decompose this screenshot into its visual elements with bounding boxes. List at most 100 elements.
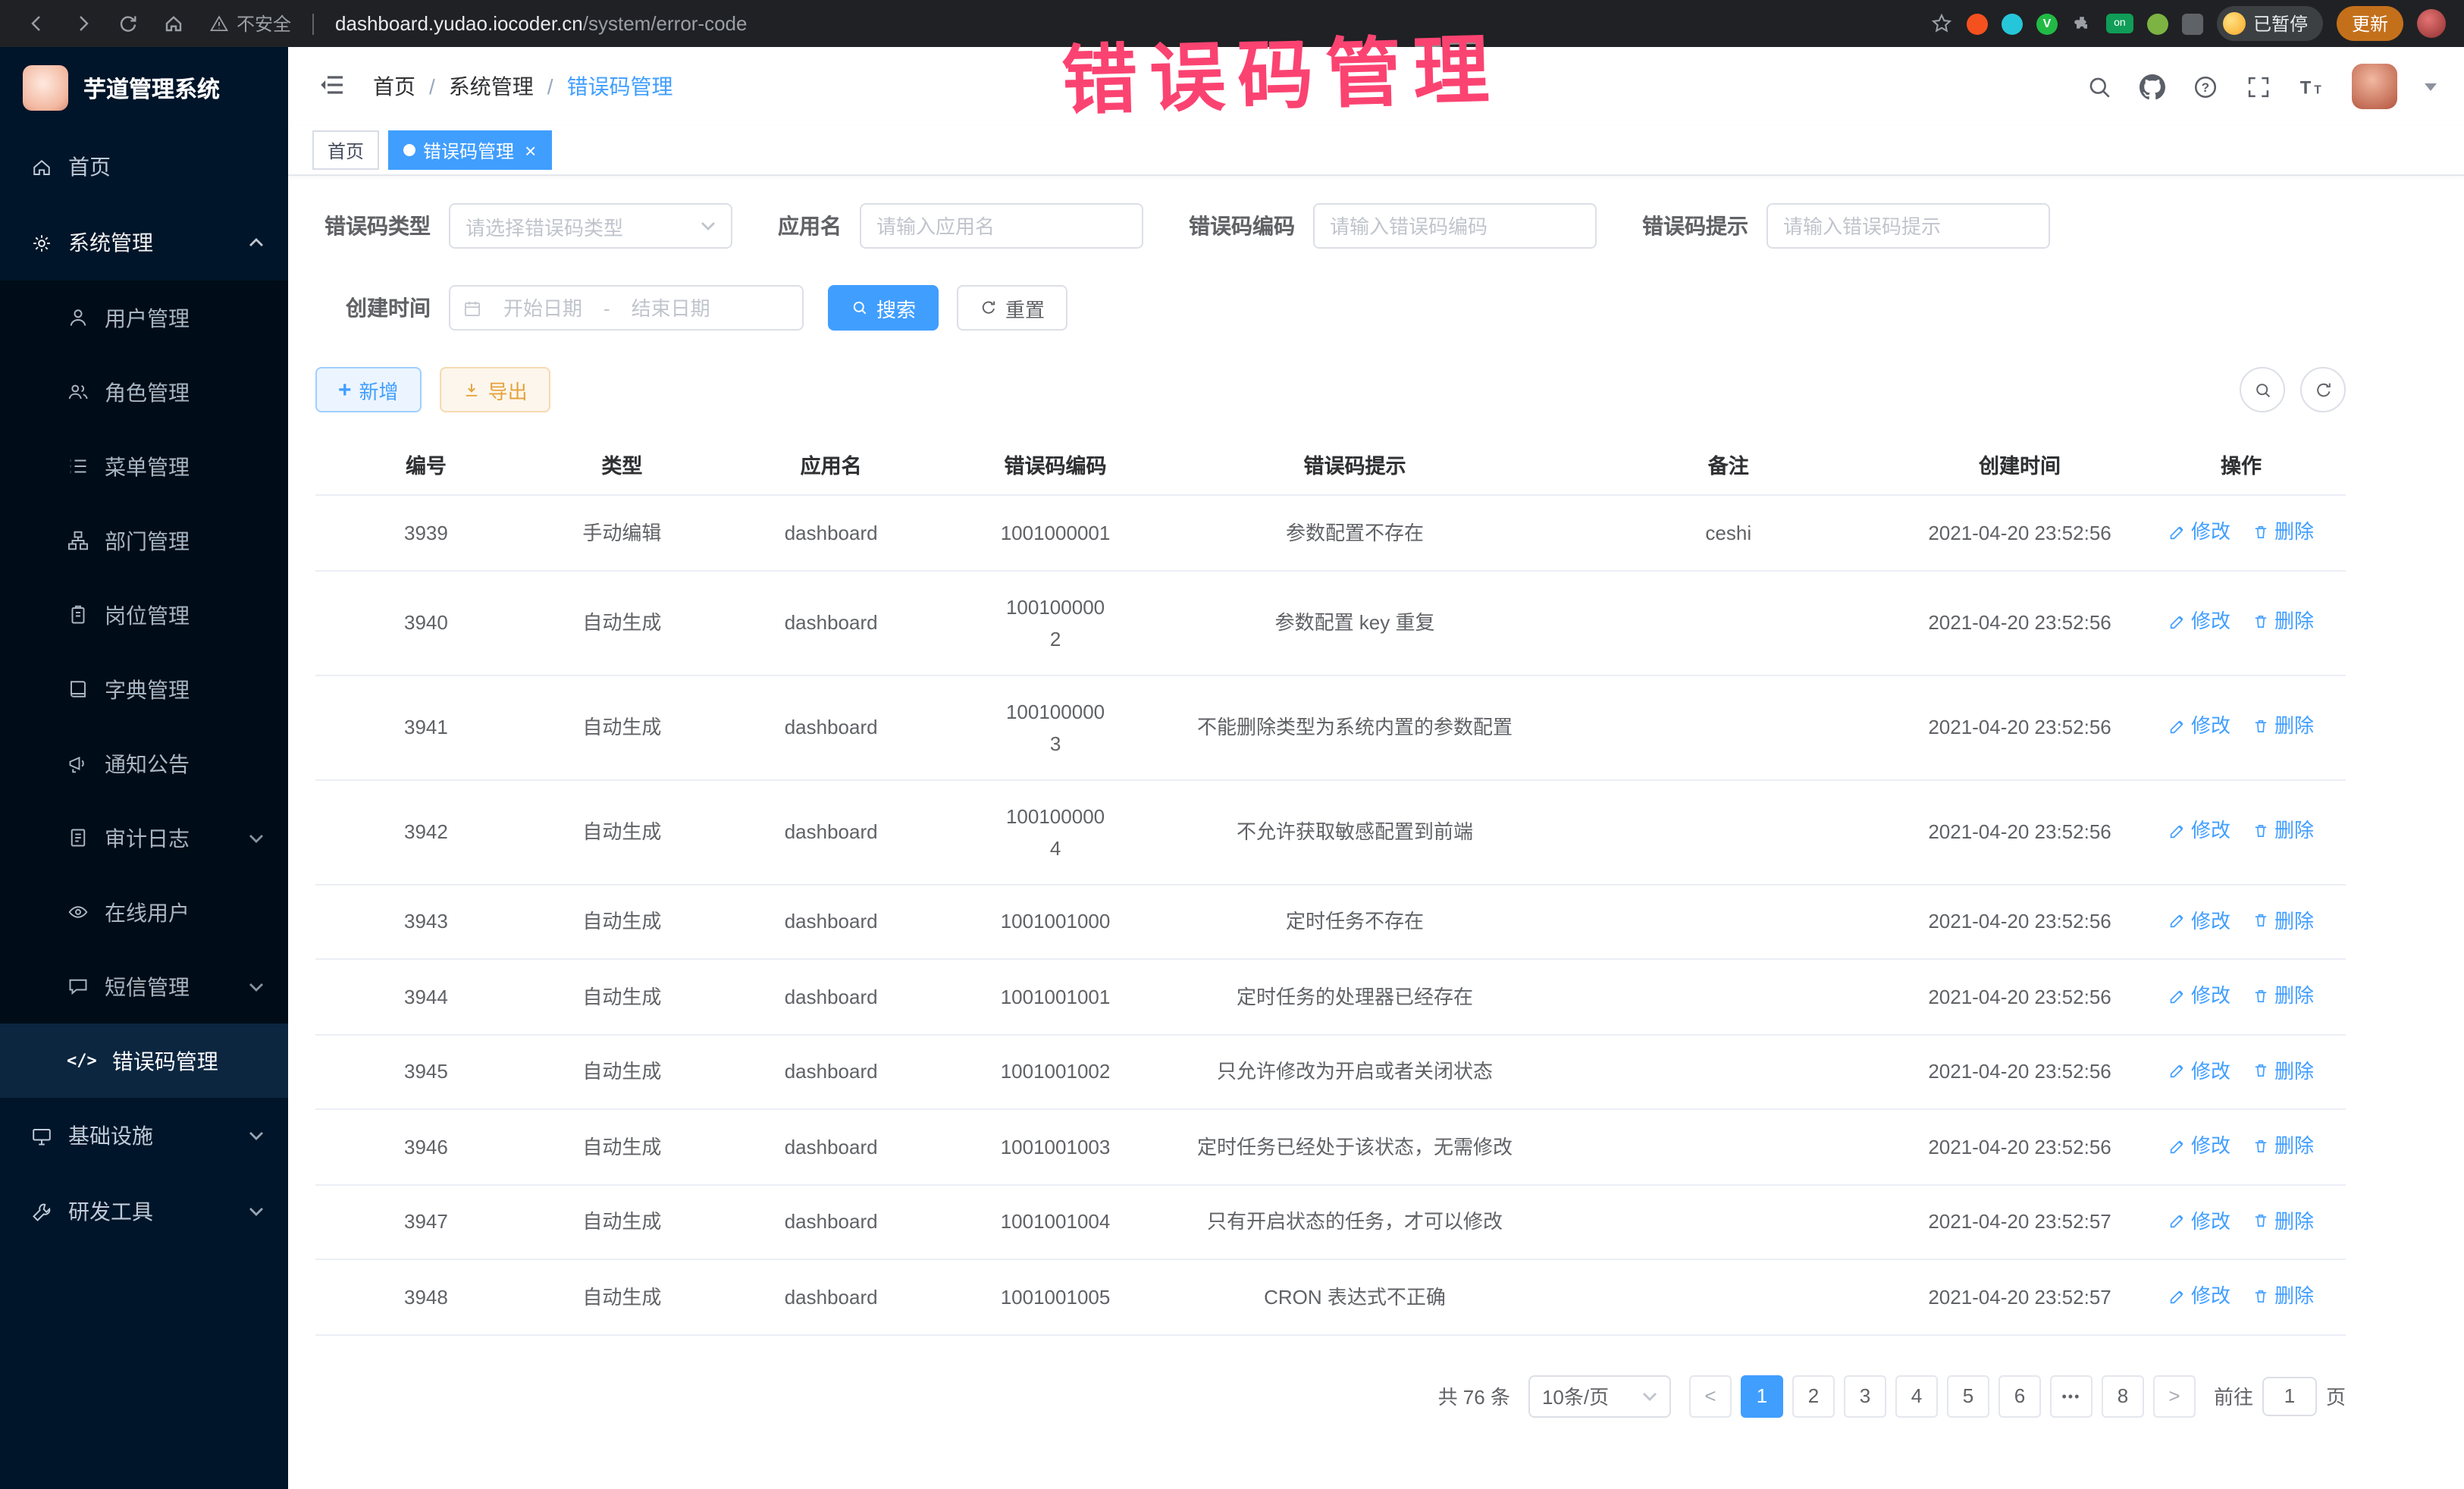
sidebar-item-infrastructure[interactable]: 基础设施: [0, 1098, 288, 1174]
delete-link[interactable]: 删除: [2252, 516, 2314, 547]
sidebar-toggle-button[interactable]: [315, 70, 349, 103]
toggle-search-button[interactable]: [2240, 367, 2285, 412]
edit-link[interactable]: 修改: [2168, 815, 2230, 847]
color-picker-extension-icon[interactable]: [2002, 13, 2023, 34]
goto-page-input[interactable]: [2262, 1376, 2317, 1415]
breadcrumb-home[interactable]: 首页: [373, 71, 415, 102]
tag-error-code[interactable]: 错误码管理 ×: [388, 130, 551, 170]
trash-icon: [2252, 717, 2270, 735]
sidebar-item-posts[interactable]: 岗位管理: [0, 578, 288, 652]
delete-link[interactable]: 删除: [2252, 710, 2314, 742]
create-time-range[interactable]: -: [449, 285, 804, 331]
delete-link[interactable]: 删除: [2252, 1130, 2314, 1161]
calendar-icon: [462, 298, 482, 318]
emoji-avatar-icon: [2223, 12, 2246, 35]
sidebar-item-departments[interactable]: 部门管理: [0, 503, 288, 578]
close-icon[interactable]: ×: [525, 140, 536, 160]
extensions-puzzle-icon[interactable]: [2071, 13, 2093, 34]
error-code-input[interactable]: [1313, 203, 1597, 249]
start-date-input[interactable]: [488, 296, 597, 319]
font-size-icon[interactable]: TT: [2299, 74, 2324, 99]
green-extension-icon[interactable]: [2147, 13, 2168, 34]
sidebar-item-users[interactable]: 用户管理: [0, 281, 288, 355]
sidebar-item-sms[interactable]: 短信管理: [0, 949, 288, 1023]
edit-link[interactable]: 修改: [2168, 710, 2230, 742]
error-tip-input[interactable]: [1766, 203, 2050, 249]
browser-profile-avatar[interactable]: [2417, 9, 2446, 38]
help-icon[interactable]: ?: [2193, 74, 2218, 99]
sidebar-item-error-codes[interactable]: </> 错误码管理: [0, 1023, 288, 1098]
reload-button[interactable]: [109, 5, 146, 42]
prev-page-button[interactable]: <: [1689, 1375, 1732, 1417]
edit-link[interactable]: 修改: [2168, 1055, 2230, 1086]
sidebar-item-menus[interactable]: 菜单管理: [0, 429, 288, 503]
delete-link[interactable]: 删除: [2252, 1280, 2314, 1312]
adblocker-extension-icon[interactable]: [1967, 13, 1988, 34]
error-type-select[interactable]: 请选择错误码类型: [449, 203, 732, 249]
delete-link[interactable]: 删除: [2252, 1205, 2314, 1237]
security-indicator[interactable]: 不安全: [209, 11, 291, 36]
edit-link[interactable]: 修改: [2168, 606, 2230, 638]
pager-page-5[interactable]: 5: [1947, 1375, 1989, 1417]
end-date-input[interactable]: [616, 296, 726, 319]
back-button[interactable]: [18, 5, 55, 42]
chevron-down-icon[interactable]: [2425, 83, 2437, 90]
edit-link[interactable]: 修改: [2168, 1280, 2230, 1312]
edit-link[interactable]: 修改: [2168, 516, 2230, 547]
dark-extension-icon[interactable]: [2182, 13, 2203, 34]
address-bar[interactable]: dashboard.yudao.iocoder.cn/system/error-…: [335, 12, 1906, 35]
delete-link[interactable]: 删除: [2252, 606, 2314, 638]
delete-link[interactable]: 删除: [2252, 1055, 2314, 1086]
sidebar-item-audit-logs[interactable]: 审计日志: [0, 801, 288, 875]
add-button-label: 新增: [359, 375, 399, 404]
delete-link[interactable]: 删除: [2252, 980, 2314, 1011]
pager-page-1[interactable]: 1: [1741, 1375, 1783, 1417]
fullscreen-icon[interactable]: [2246, 74, 2271, 99]
sidebar-item-home[interactable]: 首页: [0, 129, 288, 205]
pager-page-2[interactable]: 2: [1792, 1375, 1835, 1417]
app-logo[interactable]: 芋道管理系统: [0, 47, 288, 129]
pager-more-button[interactable]: •••: [2050, 1375, 2093, 1417]
refresh-table-button[interactable]: [2300, 367, 2346, 412]
pager-page-8[interactable]: 8: [2102, 1375, 2144, 1417]
sidebar-item-dicts[interactable]: 字典管理: [0, 652, 288, 726]
edit-link[interactable]: 修改: [2168, 904, 2230, 936]
edit-link[interactable]: 修改: [2168, 1130, 2230, 1161]
pager-page-6[interactable]: 6: [1998, 1375, 2041, 1417]
sidebar-item-notices[interactable]: 通知公告: [0, 726, 288, 801]
pager-page-4[interactable]: 4: [1895, 1375, 1938, 1417]
github-icon[interactable]: [2140, 74, 2165, 99]
page-size-select[interactable]: 10条/页: [1528, 1375, 1671, 1417]
tag-home[interactable]: 首页: [312, 130, 379, 170]
cell-type: 自动生成: [537, 959, 707, 1034]
edit-link[interactable]: 修改: [2168, 980, 2230, 1011]
add-button[interactable]: + 新增: [315, 367, 422, 412]
vue-devtools-icon[interactable]: V: [2036, 13, 2058, 34]
sidebar-item-system-mgmt[interactable]: 系统管理: [0, 205, 288, 281]
col-created-at: 创建时间: [1903, 434, 2136, 495]
proxy-on-extension-icon[interactable]: on: [2106, 14, 2133, 33]
sidebar-item-dev-tools[interactable]: 研发工具: [0, 1174, 288, 1249]
export-button[interactable]: 导出: [440, 367, 550, 412]
reset-button[interactable]: 重置: [957, 285, 1067, 331]
paused-pill[interactable]: 已暂停: [2217, 6, 2323, 41]
next-page-button[interactable]: >: [2153, 1375, 2196, 1417]
forward-button[interactable]: [64, 5, 100, 42]
user-avatar[interactable]: [2352, 64, 2397, 109]
pager-page-3[interactable]: 3: [1844, 1375, 1886, 1417]
search-button[interactable]: 搜索: [828, 285, 939, 331]
app-name-input[interactable]: [860, 203, 1143, 249]
bookmark-star-icon[interactable]: [1930, 12, 1953, 35]
sidebar-item-online-users[interactable]: 在线用户: [0, 875, 288, 949]
edit-icon: [2168, 522, 2187, 541]
cell-created-at: 2021-04-20 23:52:57: [1903, 1184, 2136, 1259]
browser-chrome: 不安全 dashboard.yudao.iocoder.cn/system/er…: [0, 0, 2464, 47]
update-button[interactable]: 更新: [2337, 6, 2403, 41]
sidebar-item-roles[interactable]: 角色管理: [0, 355, 288, 429]
edit-link[interactable]: 修改: [2168, 1205, 2230, 1237]
delete-link[interactable]: 删除: [2252, 815, 2314, 847]
breadcrumb-system[interactable]: 系统管理: [449, 71, 534, 102]
search-icon[interactable]: [2086, 74, 2112, 99]
delete-link[interactable]: 删除: [2252, 904, 2314, 936]
browser-home-button[interactable]: [155, 5, 191, 42]
